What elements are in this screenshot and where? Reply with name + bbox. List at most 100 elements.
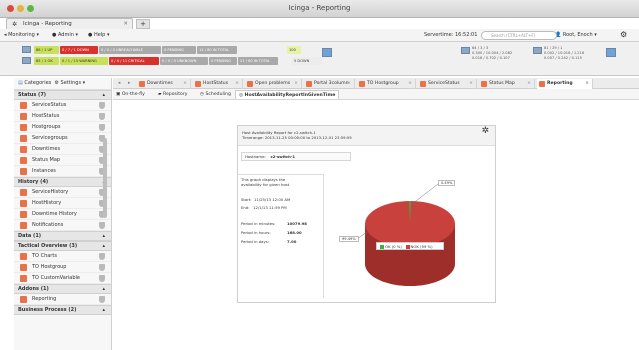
sidebar-item-label: Instances (32, 168, 56, 174)
close-tab-icon[interactable]: × (183, 79, 187, 88)
subtab-repository[interactable]: ▰ Repository (155, 90, 190, 99)
browser-tab[interactable]: ✲ Icinga - Reporting ✕ (6, 18, 133, 29)
host-total-badge[interactable]: 11 / 80 IN TOTAL (197, 46, 237, 54)
sidebar-item[interactable]: Downtime History (14, 209, 111, 220)
close-tab-icon[interactable]: × (469, 79, 473, 88)
collapse-icon[interactable]: ▴ (102, 91, 105, 100)
cronk-icon (359, 81, 365, 87)
tactical-icon[interactable] (322, 48, 332, 57)
host-pending-badge[interactable]: 0 PENDING (162, 46, 196, 54)
doc-tab[interactable]: Downtimes × (137, 79, 191, 89)
collapse-icon[interactable]: ▴ (102, 242, 105, 251)
close-tab-icon[interactable]: × (527, 79, 531, 88)
menu-admin[interactable]: ● Admin ▾ (52, 32, 78, 38)
sidebar-item[interactable]: ServiceStatus (14, 100, 111, 111)
close-tab-icon[interactable]: ✕ (123, 19, 128, 29)
tabs-scroll-right-icon[interactable]: ▸ (125, 79, 133, 88)
sidebar-item[interactable]: Hostgroups (14, 122, 111, 133)
close-tab-icon[interactable]: × (408, 79, 412, 88)
extra-badge[interactable]: 100 (287, 46, 301, 54)
extra-down-badge[interactable]: 5 DOWN (292, 57, 322, 65)
menu-help[interactable]: ● Help ▾ (88, 32, 109, 38)
new-tab-button[interactable]: + (136, 19, 150, 29)
tabs-scroll-left-icon[interactable]: ◂ (115, 79, 123, 88)
sidebar-section-header[interactable]: Business Process (2) ▴ (14, 305, 111, 315)
doc-tab[interactable]: TO Hostgroup × (357, 79, 416, 89)
host-check-stats: 64 / 3 / 3 0.300 / 10.004 / 2.082 0.016 / … (472, 46, 513, 60)
title-bar: Icinga - Reporting (0, 0, 639, 18)
doc-tab[interactable]: Reporting × (537, 79, 593, 89)
sidebar-section-header[interactable]: Status (7) ▴ (14, 90, 111, 100)
categories-icon: ▤ (18, 80, 23, 86)
sidebar-item-label: ServiceHistory (32, 189, 69, 195)
doc-tab[interactable]: HostStatus × (193, 79, 243, 89)
host-down-badge[interactable]: 0 / 7 / 1 DOWN (60, 46, 98, 54)
user-menu[interactable]: 👤 Root, Enoch ▾ (555, 32, 597, 38)
close-tab-icon[interactable]: × (235, 79, 239, 88)
sidebar-item[interactable]: TO Hostgroup (14, 262, 111, 273)
sidebar-item[interactable]: Downtimes (14, 144, 111, 155)
collapse-icon[interactable]: ▴ (102, 306, 105, 315)
doc-tab[interactable]: ServiceStatus × (418, 79, 477, 89)
sidebar-item-label: ServiceStatus (32, 102, 67, 108)
subtab-on-the-fly[interactable]: ▣ On-the-fly (113, 90, 148, 99)
service-unknown-badge[interactable]: 0 / 0 / 0 UNKNOWN (160, 57, 208, 65)
service-pending-badge[interactable]: 0 PENDING (209, 57, 237, 65)
host-up-badge[interactable]: 86 / 1 UP (34, 46, 59, 54)
refresh-icon[interactable] (606, 48, 616, 57)
sidebar-sections: Status (7) ▴ ServiceStatus HostStatus Hostgr… (14, 90, 111, 315)
menu-monitoring[interactable]: ◂ Monitoring ▾ (4, 32, 39, 38)
settings-button[interactable]: Settings (61, 80, 82, 86)
doc-tab-label: Status Map (489, 81, 515, 86)
sidebar-item[interactable]: ServiceHistory (14, 187, 111, 198)
settings-icon[interactable]: ⚙ (620, 30, 627, 39)
shield-icon (99, 296, 105, 303)
doc-tab[interactable]: Status Map × (479, 79, 535, 89)
sidebar-item-label: Notifications (32, 222, 64, 228)
sidebar-scrollbar[interactable] (103, 138, 107, 218)
service-total-badge[interactable]: 21 / 80 IN TOTAL (238, 57, 278, 65)
service-critical-badge[interactable]: 0 / 4 / 11 CRITICAL (109, 57, 159, 65)
sidebar-section-header[interactable]: Tactical Overview (3) ▴ (14, 241, 111, 251)
search-input[interactable]: Search (CTRL+ALT+F) (481, 31, 557, 40)
sidebar-item[interactable]: Servicegroups (14, 133, 111, 144)
sidebar-item[interactable]: Reporting (14, 294, 111, 305)
sidebar-item[interactable]: Instances (14, 166, 111, 177)
period-hours-row: Period in hours: 168.00 (241, 230, 302, 235)
sidebar-item-label: Downtimes (32, 146, 61, 152)
service-ok-badge[interactable]: 85 / 1 OK (34, 57, 59, 65)
cronk-icon (20, 222, 27, 229)
subtab-host-availability[interactable]: ◎ HostAvailabilityReportInGivenTime (235, 90, 340, 99)
sidebar-item-label: TO Charts (32, 253, 57, 259)
cronk-icon (247, 81, 253, 87)
sidebar-item[interactable]: Notifications (14, 220, 111, 231)
service-warning-badge[interactable]: 0 / 1 / 15 WARNING (60, 57, 108, 65)
close-tab-icon[interactable]: × (347, 79, 351, 88)
doc-tab[interactable]: Open problems × (245, 79, 302, 89)
doc-tab[interactable]: Portal 3column × (304, 79, 355, 89)
close-tab-icon[interactable]: × (294, 79, 298, 88)
sidebar-item[interactable]: Status Map (14, 155, 111, 166)
sidebar-section-header[interactable]: History (4)▴ (14, 177, 111, 187)
subtab-scheduling[interactable]: ◷ Scheduling (197, 90, 234, 99)
pie-label-big: 99.49% (339, 236, 359, 242)
categories-button[interactable]: Categories (24, 80, 51, 86)
sidebar-item-label: Hostgroups (32, 124, 61, 130)
close-tab-icon[interactable]: × (585, 79, 589, 88)
cronk-icon (306, 81, 312, 87)
report-logo-icon: ✲ (481, 126, 489, 136)
gear-icon: ⚙ (54, 80, 59, 86)
sidebar-item-label: HostHistory (32, 200, 62, 206)
cronk-icon (20, 296, 27, 303)
sidebar-item-label: Status Map (32, 157, 61, 163)
host-unreachable-badge[interactable]: 0 / 0 / 0 UNREACHABLE (99, 46, 161, 54)
sidebar-item[interactable]: HostHistory (14, 198, 111, 209)
sidebar-item[interactable]: HostStatus (14, 111, 111, 122)
sidebar-item[interactable]: TO CustomVariable (14, 273, 111, 284)
sidebar-section-header[interactable]: Data (1) ▴ (14, 231, 111, 241)
collapse-icon[interactable]: ▴ (102, 232, 105, 241)
sidebar-section-header[interactable]: Addons (1) ▴ (14, 284, 111, 294)
collapse-icon[interactable]: ▴ (102, 285, 105, 294)
sidebar: ▤ Categories ⚙ Settings ▾ Status (7) ▴ Ser… (14, 78, 112, 350)
sidebar-item[interactable]: TO Charts (14, 251, 111, 262)
